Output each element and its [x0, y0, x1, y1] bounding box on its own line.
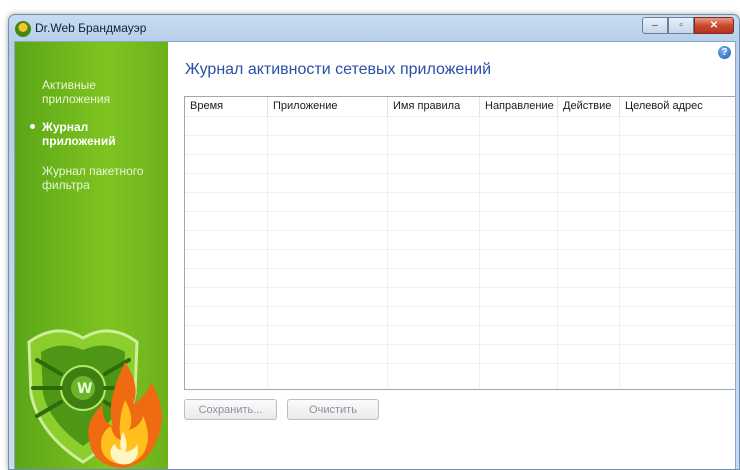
table-row: [185, 116, 735, 135]
active-bullet-icon: [30, 124, 35, 129]
table-row: [185, 173, 735, 192]
table-row: [185, 344, 735, 363]
column-header-rule-name[interactable]: Имя правила: [387, 97, 479, 116]
table-row: [185, 325, 735, 344]
main-panel: ? Журнал активности сетевых приложений В…: [168, 42, 736, 469]
maximize-button[interactable]: ▫: [668, 17, 694, 34]
flame-icon: [88, 362, 162, 468]
table-row: [185, 287, 735, 306]
sidebar-item-label: Журнал пакетного фильтра: [42, 164, 144, 192]
window-title: Dr.Web Брандмауэр: [35, 21, 147, 35]
sidebar-item-packet-log[interactable]: Журнал пакетного фильтра: [42, 164, 162, 192]
table-row: [185, 230, 735, 249]
column-header-target-address[interactable]: Целевой адрес: [619, 97, 735, 116]
caption-buttons: – ▫ ✕: [642, 17, 734, 35]
minimize-button[interactable]: –: [642, 17, 668, 34]
column-header-application[interactable]: Приложение: [267, 97, 387, 116]
app-window: Dr.Web Брандмауэр – ▫ ✕ Активные приложе…: [8, 14, 740, 470]
title-bar[interactable]: Dr.Web Брандмауэр – ▫ ✕: [9, 15, 739, 41]
log-table[interactable]: Время Приложение Имя правила Направление…: [184, 96, 736, 390]
page-title: Журнал активности сетевых приложений: [185, 61, 492, 78]
column-header-direction[interactable]: Направление: [479, 97, 557, 116]
table-row: [185, 135, 735, 154]
sidebar-item-label: Активные приложения: [42, 78, 111, 106]
table-body: [185, 116, 735, 382]
sidebar-item-active-apps[interactable]: Активные приложения: [42, 78, 162, 106]
sidebar: Активные приложения Журнал приложений Жу…: [15, 42, 168, 469]
table-row: [185, 306, 735, 325]
save-button[interactable]: Сохранить...: [184, 399, 277, 420]
table-row: [185, 211, 735, 230]
table-row: [185, 154, 735, 173]
column-header-action[interactable]: Действие: [557, 97, 619, 116]
help-icon[interactable]: ?: [718, 46, 731, 59]
table-row: [185, 249, 735, 268]
table-header: Время Приложение Имя правила Направление…: [185, 97, 735, 116]
clear-button[interactable]: Очистить: [287, 399, 379, 420]
table-row: [185, 363, 735, 382]
table-row: [185, 268, 735, 287]
sidebar-item-label: Журнал приложений: [42, 120, 116, 148]
client-area: Активные приложения Журнал приложений Жу…: [14, 41, 736, 469]
column-header-time[interactable]: Время: [185, 97, 267, 116]
sidebar-item-app-log[interactable]: Журнал приложений: [30, 120, 162, 148]
close-button[interactable]: ✕: [694, 17, 734, 34]
table-row: [185, 192, 735, 211]
app-icon: [15, 21, 31, 37]
